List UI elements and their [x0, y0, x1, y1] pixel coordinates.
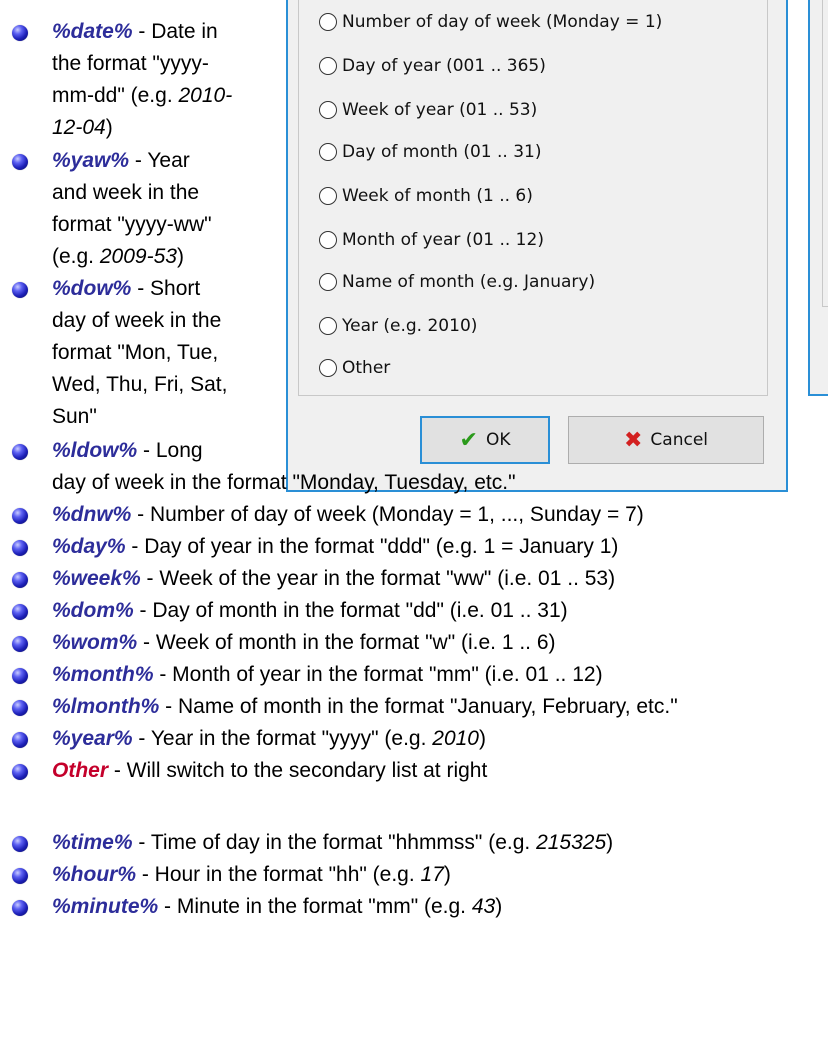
radio-option-dom[interactable]: Day of month (01 .. 31) [319, 132, 541, 172]
radio-button[interactable] [319, 273, 337, 291]
bullet-icon [12, 836, 28, 852]
format-option-group: Number of day of week (Monday = 1) Day o… [298, 0, 768, 396]
bullet-icon [12, 868, 28, 884]
list-item-text: format "yyyy-ww" [52, 213, 212, 236]
radio-label: Name of month (e.g. January) [342, 272, 596, 292]
ok-button[interactable]: ✔ OK [420, 416, 550, 464]
cross-icon: ✖ [623, 427, 643, 453]
list-item-month: %month% - Month of year in the format "m… [52, 663, 603, 686]
radio-option-month[interactable]: Month of year (01 .. 12) [319, 220, 544, 260]
list-item-text: 12-04) [52, 116, 113, 139]
radio-option-dnw[interactable]: Number of day of week (Monday = 1) [319, 2, 662, 42]
bullet-icon [12, 604, 28, 620]
radio-option-week[interactable]: Week of year (01 .. 53) [319, 90, 537, 130]
radio-label: Year (e.g. 2010) [342, 316, 478, 336]
list-item-text: and week in the [52, 181, 200, 204]
radio-label: Other [342, 358, 391, 378]
list-item-dow: %dow% - Short [52, 277, 201, 300]
list-item-hour: %hour% - Hour in the format "hh" (e.g. 1… [52, 863, 451, 886]
list-item-text: mm-dd" (e.g. 2010- [52, 84, 233, 107]
list-item-text: day of week in the [52, 309, 222, 332]
bullet-icon [12, 154, 28, 170]
radio-option-year[interactable]: Year (e.g. 2010) [319, 306, 477, 346]
bullet-icon [12, 25, 28, 41]
list-item-dnw: %dnw% - Number of day of week (Monday = … [52, 503, 644, 526]
radio-button[interactable] [319, 187, 337, 205]
list-item-ldow: %ldow% - Long [52, 439, 203, 462]
bullet-icon [12, 764, 28, 780]
bullet-icon [12, 900, 28, 916]
radio-button[interactable] [319, 13, 337, 31]
radio-button[interactable] [319, 317, 337, 335]
list-item-text: the format "yyyy- [52, 52, 209, 75]
cancel-button[interactable]: ✖ Cancel [568, 416, 764, 464]
bullet-icon [12, 540, 28, 556]
list-item-year: %year% - Year in the format "yyyy" (e.g.… [52, 727, 486, 750]
list-item-yaw: %yaw% - Year [52, 149, 190, 172]
secondary-list-box [822, 0, 828, 307]
list-item-date: %date% - Date in [52, 20, 218, 43]
radio-label: Week of year (01 .. 53) [342, 100, 538, 120]
radio-label: Week of month (1 .. 6) [342, 186, 533, 206]
list-item-minute: %minute% - Minute in the format "mm" (e.… [52, 895, 503, 918]
list-item-other: Other - Will switch to the secondary lis… [52, 759, 488, 782]
list-item-lmonth: %lmonth% - Name of month in the format "… [52, 695, 678, 718]
radio-button[interactable] [319, 57, 337, 75]
date-format-dialog: Number of day of week (Monday = 1) Day o… [286, 0, 788, 492]
bullet-icon [12, 444, 28, 460]
bullet-icon [12, 282, 28, 298]
list-item-time: %time% - Time of day in the format "hhmm… [52, 831, 614, 854]
bullet-icon [12, 636, 28, 652]
radio-option-wom[interactable]: Week of month (1 .. 6) [319, 176, 533, 216]
secondary-list-window [808, 0, 828, 396]
bullet-icon [12, 700, 28, 716]
bullet-icon [12, 572, 28, 588]
radio-label: Day of month (01 .. 31) [342, 142, 542, 162]
ok-label: OK [485, 430, 511, 450]
radio-option-other[interactable]: Other [319, 348, 390, 388]
list-item-text: Wed, Thu, Fri, Sat, [52, 373, 228, 396]
radio-label: Number of day of week (Monday = 1) [342, 12, 663, 32]
radio-option-lmonth[interactable]: Name of month (e.g. January) [319, 262, 595, 302]
list-item-text: (e.g. 2009-53) [52, 245, 184, 268]
bullet-icon [12, 508, 28, 524]
radio-label: Day of year (001 .. 365) [342, 56, 546, 76]
list-item-dom: %dom% - Day of month in the format "dd" … [52, 599, 568, 622]
list-item-text: Sun" [52, 405, 97, 428]
radio-button[interactable] [319, 101, 337, 119]
list-item-wom: %wom% - Week of month in the format "w" … [52, 631, 556, 654]
radio-button[interactable] [319, 359, 337, 377]
radio-button[interactable] [319, 231, 337, 249]
list-item-text: day of week in the format "Monday, Tuesd… [52, 471, 516, 494]
cancel-label: Cancel [650, 430, 709, 450]
radio-label: Month of year (01 .. 12) [342, 230, 544, 250]
help-document: Number of day of week (Monday = 1) Day o… [0, 0, 828, 1043]
list-item-text: format "Mon, Tue, [52, 341, 219, 364]
radio-button[interactable] [319, 143, 337, 161]
bullet-icon [12, 668, 28, 684]
list-item-day: %day% - Day of year in the format "ddd" … [52, 535, 619, 558]
list-item-week: %week% - Week of the year in the format … [52, 567, 616, 590]
checkmark-icon: ✔ [459, 427, 478, 453]
bullet-icon [12, 732, 28, 748]
radio-option-day[interactable]: Day of year (001 .. 365) [319, 46, 546, 86]
